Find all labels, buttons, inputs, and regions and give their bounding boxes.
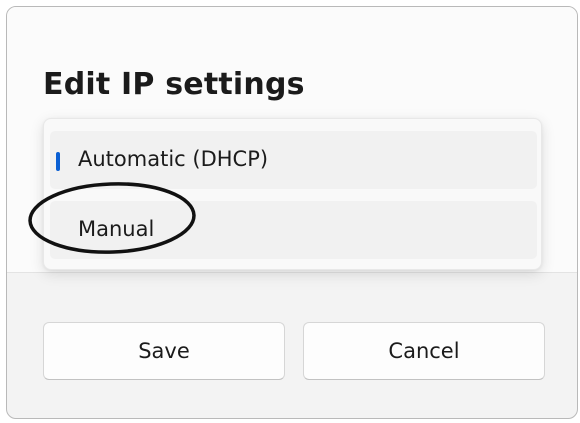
edit-ip-settings-dialog: Edit IP settings Automatic (DHCP) Manual…: [6, 6, 578, 419]
footer-divider: [7, 272, 577, 273]
cancel-button[interactable]: Cancel: [303, 322, 545, 380]
dropdown-option-manual[interactable]: Manual: [50, 201, 537, 259]
save-button[interactable]: Save: [43, 322, 285, 380]
dialog-title: Edit IP settings: [43, 67, 305, 102]
dropdown-option-label: Manual: [78, 217, 155, 241]
selected-indicator: [56, 152, 60, 171]
ip-assignment-dropdown-menu: Automatic (DHCP) Manual: [43, 118, 542, 270]
dropdown-option-automatic-dhcp[interactable]: Automatic (DHCP): [50, 131, 537, 189]
dropdown-option-label: Automatic (DHCP): [78, 147, 269, 171]
